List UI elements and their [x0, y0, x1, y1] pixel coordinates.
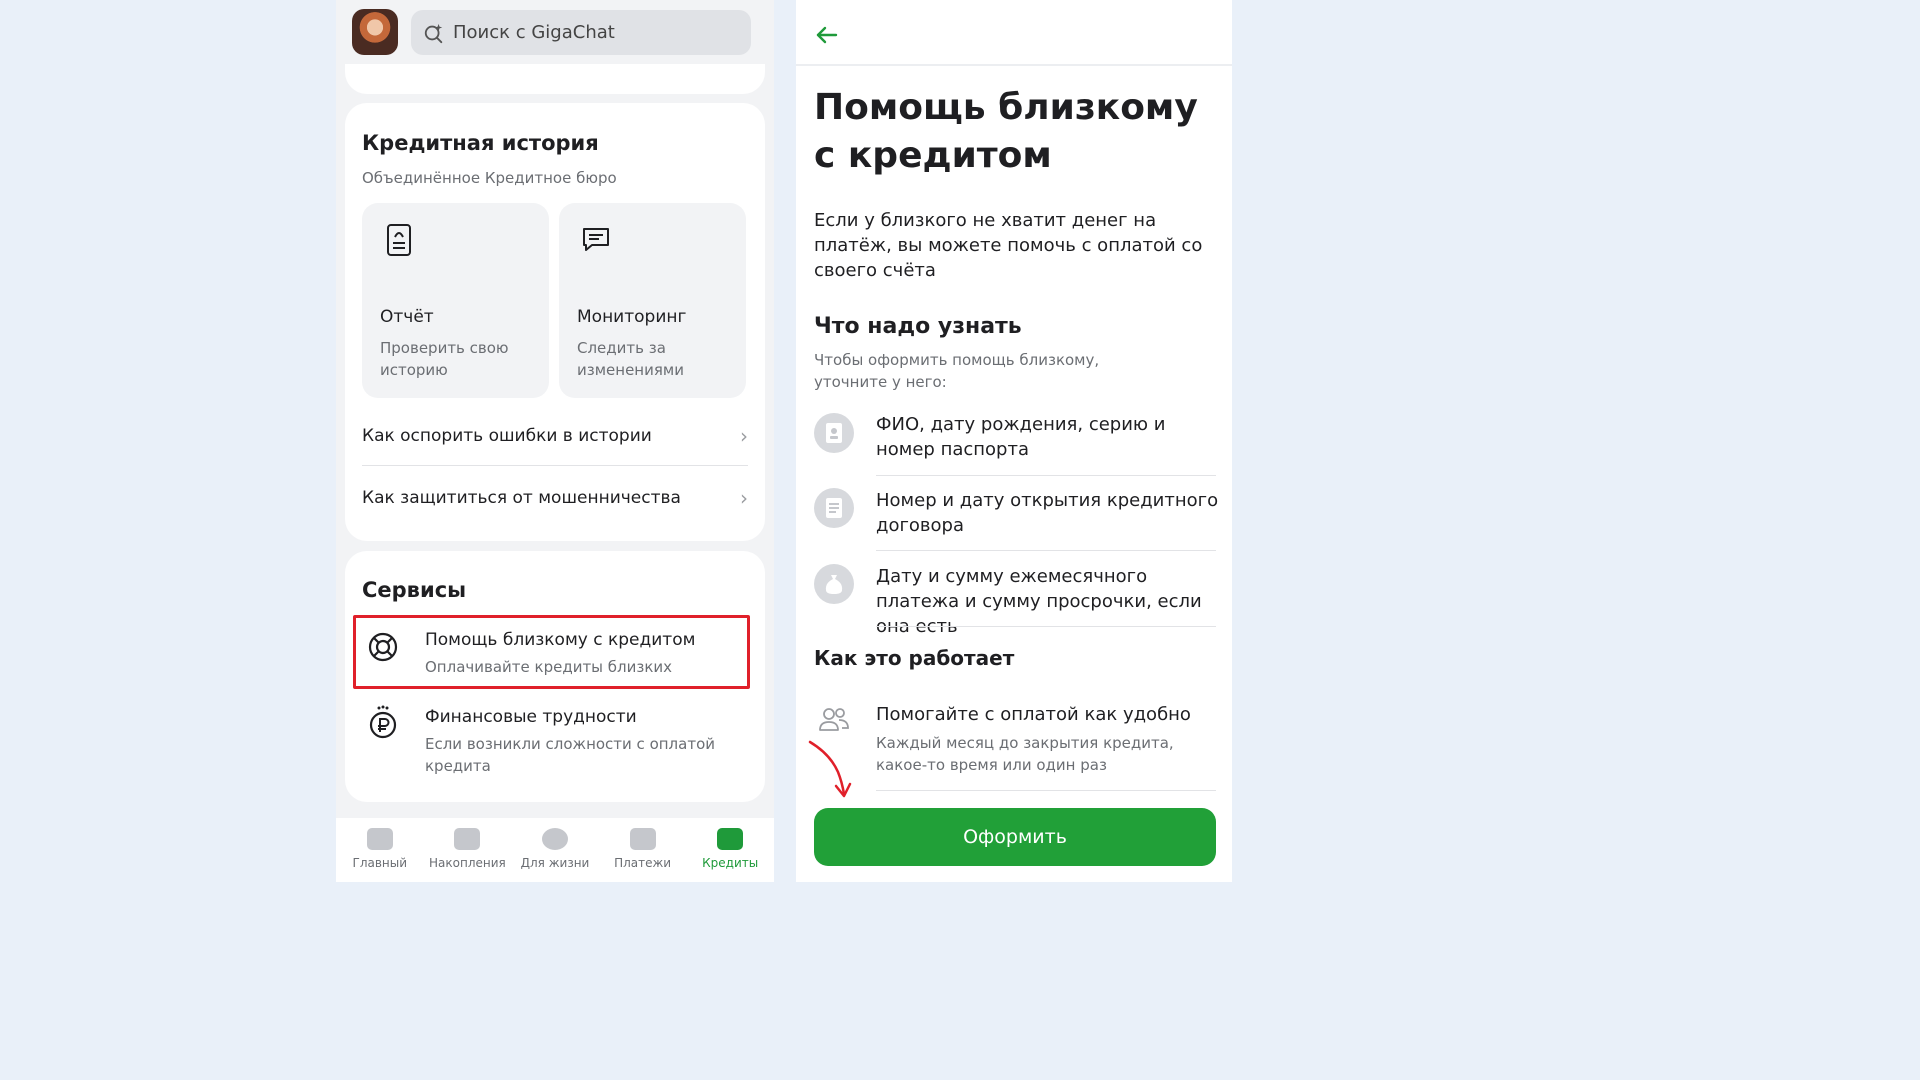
divider — [876, 790, 1216, 791]
link-fraud-protection-label: Как защититься от мошенничества — [362, 488, 681, 508]
chevron-right-icon: › — [740, 486, 748, 510]
how-it-works-item-title: Помогайте с оплатой как удобно — [876, 704, 1191, 725]
chart-icon — [454, 828, 481, 850]
document-icon — [387, 224, 411, 256]
wallet-icon — [717, 828, 744, 850]
tile-report[interactable]: Отчёт Проверить свою историю — [362, 203, 549, 398]
lifestyle-icon — [541, 828, 568, 850]
tile-monitoring-desc: Следить за изменениями — [577, 339, 684, 379]
passport-icon — [814, 413, 854, 453]
top-bar: Поиск с GigaChat — [336, 0, 774, 64]
divider — [362, 465, 748, 466]
credit-history-card: Кредитная история Объединённое Кредитное… — [345, 103, 765, 541]
how-it-works-title: Как это работает — [814, 646, 1015, 670]
people-icon — [819, 708, 849, 731]
search-placeholder: Поиск с GigaChat — [453, 22, 615, 43]
service-financial-difficulties-desc: Если возникли сложности с оплатой кредит… — [425, 735, 715, 775]
tile-monitoring-name: Мониторинг — [577, 307, 687, 327]
requirement-contract: Номер и дату открытия кредитного договор… — [814, 488, 1218, 544]
bottom-nav: Главный Накопления Для жизни Платежи Кре… — [336, 818, 774, 882]
chat-icon — [583, 228, 609, 251]
divider — [876, 475, 1216, 476]
requirement-passport-text: ФИО, дату рождения, серию и номер паспор… — [876, 414, 1166, 460]
nav-payments[interactable]: Платежи — [601, 828, 685, 870]
service-financial-difficulties[interactable]: Финансовые трудности Если возникли сложн… — [362, 701, 754, 791]
red-highlight-frame — [353, 615, 750, 689]
nav-home-label: Главный — [352, 856, 408, 870]
page-title: Помощь близкому с кредитом — [814, 87, 1198, 176]
contract-icon — [814, 488, 854, 528]
submit-button[interactable]: Оформить — [814, 808, 1216, 866]
home-icon — [366, 828, 393, 850]
link-fraud-protection[interactable]: Как защититься от мошенничества › — [362, 467, 748, 529]
nav-savings-label: Накопления — [429, 856, 506, 870]
credit-history-title: Кредитная история — [362, 131, 599, 155]
link-dispute-errors-label: Как оспорить ошибки в истории — [362, 426, 652, 446]
services-title: Сервисы — [362, 578, 467, 602]
divider — [876, 550, 1216, 551]
nav-credits-label: Кредиты — [702, 856, 759, 870]
search-input[interactable]: Поиск с GigaChat — [411, 10, 751, 55]
avatar[interactable] — [352, 9, 398, 55]
header — [796, 0, 1232, 66]
service-financial-difficulties-title: Финансовые трудности — [425, 707, 637, 727]
divider — [876, 626, 1216, 627]
nav-payments-label: Платежи — [614, 856, 672, 870]
chevron-right-icon: › — [740, 424, 748, 448]
intro-text: Если у близкого не хватит денег на платё… — [814, 210, 1203, 281]
money-bag-icon — [814, 564, 854, 604]
nav-home[interactable]: Главный — [338, 828, 422, 870]
requirement-payment: Дату и сумму ежемесячного платежа и сумм… — [814, 564, 1216, 637]
help-relative-screen: Помощь близкому с кредитом Если у близко… — [796, 0, 1232, 882]
nav-lifestyle-label: Для жизни — [520, 856, 590, 870]
credit-history-subtitle: Объединённое Кредитное бюро — [362, 169, 617, 187]
ruble-coin-icon — [369, 705, 397, 739]
services-card: Сервисы Помощь близкому с кредитом Оплач… — [345, 551, 765, 802]
nav-savings[interactable]: Накопления — [425, 828, 509, 870]
requirement-contract-text: Номер и дату открытия кредитного договор… — [876, 490, 1219, 536]
what-to-know-subtitle: Чтобы оформить помощь близкому, уточните… — [814, 351, 1100, 391]
requirement-passport: ФИО, дату рождения, серию и номер паспор… — [814, 412, 1216, 468]
link-dispute-errors[interactable]: Как оспорить ошибки в истории › — [362, 405, 748, 467]
back-arrow-icon[interactable] — [814, 22, 840, 48]
red-arrow-icon — [808, 740, 852, 798]
how-it-works-item-desc: Каждый месяц до закрытия кредита, какое-… — [876, 734, 1174, 774]
what-to-know-title: Что надо узнать — [814, 314, 1022, 339]
search-sparkle-icon — [424, 23, 443, 43]
tile-report-desc: Проверить свою историю — [380, 339, 509, 379]
tile-monitoring[interactable]: Мониторинг Следить за изменениями — [559, 203, 746, 398]
credits-screen: Поиск с GigaChat Кредитная история Объед… — [336, 0, 774, 882]
nav-credits[interactable]: Кредиты — [688, 828, 772, 870]
transfer-icon — [629, 828, 656, 850]
requirement-payment-text: Дату и сумму ежемесячного платежа и сумм… — [876, 566, 1202, 637]
tile-report-name: Отчёт — [380, 307, 434, 327]
nav-lifestyle[interactable]: Для жизни — [513, 828, 597, 870]
